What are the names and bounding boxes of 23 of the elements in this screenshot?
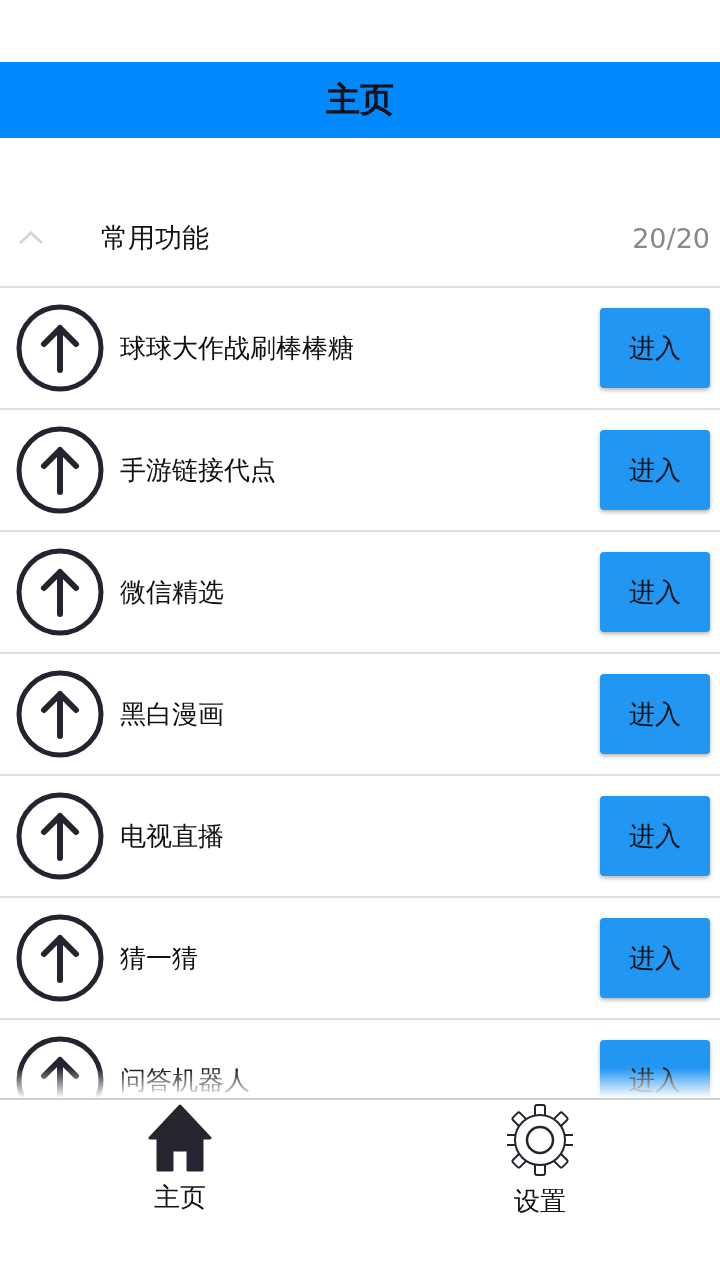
item-label: 手游链接代点 bbox=[120, 453, 277, 487]
section-title: 常用功能 bbox=[101, 221, 210, 255]
item-label: 微信精选 bbox=[120, 575, 225, 609]
chevron-icon bbox=[18, 231, 44, 245]
item-label: 球球大作战刷棒棒糖 bbox=[120, 331, 355, 365]
nav-tab[interactable]: 主页 bbox=[0, 1100, 360, 1215]
item-label: 电视直播 bbox=[120, 819, 225, 853]
item-label: 猜一猜 bbox=[120, 941, 199, 975]
up-arrow-icon bbox=[16, 1036, 104, 1098]
enter-button[interactable]: 进入 bbox=[600, 674, 710, 754]
enter-button[interactable]: 进入 bbox=[600, 796, 710, 876]
enter-button[interactable]: 进入 bbox=[600, 918, 710, 998]
item-label: 问答机器人 bbox=[120, 1063, 251, 1097]
nav-tab[interactable]: 设置 bbox=[360, 1100, 720, 1219]
item-count: 20/20 bbox=[632, 222, 710, 254]
settings-icon bbox=[507, 1104, 573, 1176]
home-icon bbox=[148, 1104, 212, 1172]
enter-button[interactable]: 进入 bbox=[600, 430, 710, 510]
page-title: 主页 bbox=[326, 78, 394, 121]
enter-button[interactable]: 进入 bbox=[600, 552, 710, 632]
section-header[interactable]: 常用功能 20/20 bbox=[0, 190, 720, 288]
item-label: 黑白漫画 bbox=[120, 697, 225, 731]
enter-button[interactable]: 进入 bbox=[600, 308, 710, 388]
